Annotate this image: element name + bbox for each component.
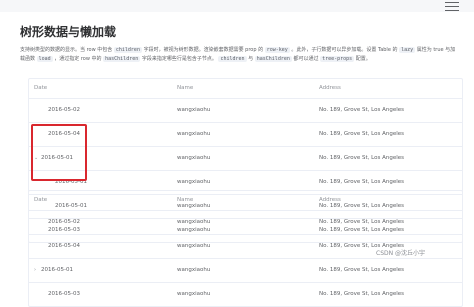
table-header: Date Name Address xyxy=(29,79,462,99)
table-row[interactable]: 2016-05-03 wangxiaohu No. 189, Grove St,… xyxy=(29,283,462,306)
watermark: CSDN @沈丘小宇 xyxy=(376,250,426,257)
code-lazy: lazy xyxy=(399,47,416,53)
code-has-children-2: hasChildren xyxy=(254,56,292,62)
header-date: Date xyxy=(34,85,48,91)
section-title: 树形数据与懒加载 xyxy=(20,25,117,39)
table-row-expanded[interactable]: ⌄ 2016-05-01 wangxiaohu No. 189, Grove St… xyxy=(29,147,462,171)
code-load: load xyxy=(36,56,53,62)
code-children-2: children xyxy=(218,56,247,62)
chevron-right-icon[interactable]: › xyxy=(34,259,41,282)
header-name: Name xyxy=(177,85,194,91)
table-row[interactable]: 2016-05-04 wangxiaohu No. 189, Grove St,… xyxy=(29,123,462,147)
menu-icon[interactable] xyxy=(445,2,459,11)
highlight-box xyxy=(31,124,87,181)
header-address: Address xyxy=(319,197,341,203)
table-row[interactable]: 2016-05-02 wangxiaohu No. 189, Grove St,… xyxy=(29,99,462,123)
table-header: Date Name Address xyxy=(29,191,462,211)
header-date: Date xyxy=(34,197,48,203)
section-description: 支持树类型的数据的显示。当 row 中包含 children 字段时，被视为树形… xyxy=(20,47,456,62)
table-row-collapsed[interactable]: › 2016-05-01 wangxiaohu No. 189, Grove St… xyxy=(29,259,462,283)
code-row-key: row-key xyxy=(264,47,290,53)
code-children: children xyxy=(113,47,142,53)
code-has-children: hasChildren xyxy=(103,56,141,62)
table-row[interactable]: 2016-05-02 wangxiaohu No. 189, Grove St,… xyxy=(29,211,462,235)
top-bar xyxy=(0,0,474,12)
header-address: Address xyxy=(319,85,341,91)
header-name: Name xyxy=(177,197,194,203)
code-tree-props: tree-props xyxy=(320,56,355,62)
